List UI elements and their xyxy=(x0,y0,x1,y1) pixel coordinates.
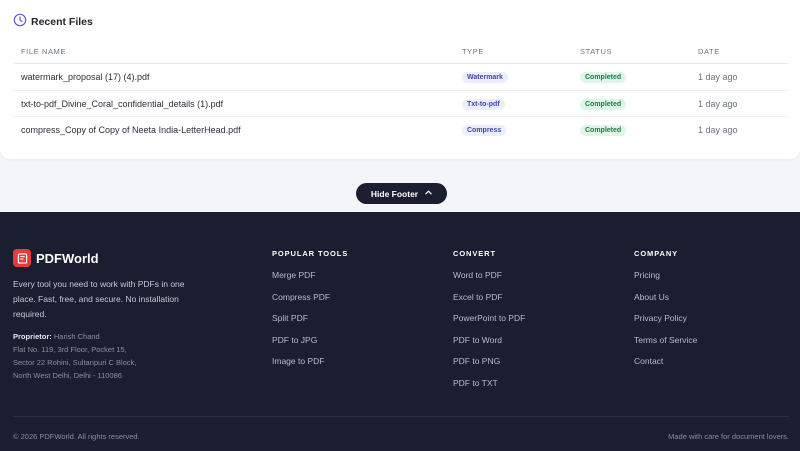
link-privacy-policy[interactable]: Privacy Policy xyxy=(634,313,697,335)
company-heading: COMPANY xyxy=(634,249,679,258)
proprietor-label: Proprietor: xyxy=(13,332,52,341)
link-pricing[interactable]: Pricing xyxy=(634,270,697,292)
popular-tools-column: POPULAR TOOLS Merge PDF Compress PDF Spl… xyxy=(272,249,348,378)
proprietor-name: Harish Chand xyxy=(53,332,100,341)
pdf-logo-icon xyxy=(13,249,31,267)
table-header: FILE NAME TYPE STATUS DATE xyxy=(13,40,789,64)
type-badge: Txt-to-pdf xyxy=(462,98,505,110)
table-row[interactable]: txt-to-pdf_Divine_Coral_confidential_det… xyxy=(13,91,789,118)
copyright: © 2026 PDFWorld. All rights reserved. xyxy=(13,432,140,441)
address-line: North West Delhi, Delhi - 110086 xyxy=(13,371,122,380)
link-contact[interactable]: Contact xyxy=(634,356,697,378)
hide-footer-label: Hide Footer xyxy=(370,188,419,199)
link-merge-pdf[interactable]: Merge PDF xyxy=(272,270,348,292)
convert-column: CONVERT Word to PDF Excel to PDF PowerPo… xyxy=(453,249,525,399)
column-status: STATUS xyxy=(580,47,613,56)
company-column: COMPANY Pricing About Us Privacy Policy … xyxy=(634,249,697,378)
type-badge: Compress xyxy=(462,125,507,137)
link-split-pdf[interactable]: Split PDF xyxy=(272,313,348,335)
column-file-name: FILE NAME xyxy=(21,47,66,56)
link-compress-pdf[interactable]: Compress PDF xyxy=(272,292,348,314)
link-pdf-to-jpg[interactable]: PDF to JPG xyxy=(272,335,348,357)
link-powerpoint-to-pdf[interactable]: PowerPoint to PDF xyxy=(453,313,525,335)
file-name[interactable]: compress_Copy of Copy of Neeta India-Let… xyxy=(21,125,241,135)
proprietor-info: Proprietor: Harish Chand Flat No. 119, 3… xyxy=(13,330,213,382)
status-badge: Completed xyxy=(580,98,627,110)
recent-files-header: Recent Files xyxy=(13,13,93,31)
file-date: 1 day ago xyxy=(698,125,738,136)
address-line: Flat No. 119, 3rd Floor, Pocket 15, xyxy=(13,345,127,354)
recent-files-title: Recent Files xyxy=(31,16,93,28)
file-date: 1 day ago xyxy=(698,98,738,109)
convert-heading: CONVERT xyxy=(453,249,496,258)
link-image-to-pdf[interactable]: Image to PDF xyxy=(272,356,348,378)
brand[interactable]: PDFWorld xyxy=(13,249,99,267)
footer-divider xyxy=(13,416,789,417)
chevron-up-icon xyxy=(425,190,432,197)
recent-files-table: FILE NAME TYPE STATUS DATE watermark_pro… xyxy=(13,40,789,144)
hide-footer-button[interactable]: Hide Footer xyxy=(356,183,447,204)
table-row[interactable]: compress_Copy of Copy of Neeta India-Let… xyxy=(13,117,789,144)
address-line: Sector 22 Rohini, Sultanpuri C Block, xyxy=(13,358,137,367)
column-type: TYPE xyxy=(462,47,484,56)
file-name[interactable]: watermark_proposal (17) (4).pdf xyxy=(21,72,150,82)
made-with-note: Made with care for document lovers. xyxy=(668,432,789,441)
status-badge: Completed xyxy=(580,72,627,83)
table-row[interactable]: watermark_proposal (17) (4).pdf Watermar… xyxy=(13,64,789,91)
clock-icon xyxy=(13,13,27,32)
file-name[interactable]: txt-to-pdf_Divine_Coral_confidential_det… xyxy=(21,99,223,109)
site-footer: PDFWorld Every tool you need to work wit… xyxy=(0,212,800,451)
column-date: DATE xyxy=(698,47,720,56)
recent-files-card: Recent Files FILE NAME TYPE STATUS DATE … xyxy=(0,0,800,159)
link-terms-of-service[interactable]: Terms of Service xyxy=(634,335,697,357)
link-about-us[interactable]: About Us xyxy=(634,292,697,314)
link-pdf-to-png[interactable]: PDF to PNG xyxy=(453,356,525,378)
file-date: 1 day ago xyxy=(698,72,738,82)
popular-tools-heading: POPULAR TOOLS xyxy=(272,249,349,258)
link-word-to-pdf[interactable]: Word to PDF xyxy=(453,270,525,292)
link-pdf-to-word[interactable]: PDF to Word xyxy=(453,335,525,357)
link-pdf-to-txt[interactable]: PDF to TXT xyxy=(453,378,525,400)
type-badge: Watermark xyxy=(462,72,508,83)
brand-name: PDFWorld xyxy=(36,250,99,266)
link-excel-to-pdf[interactable]: Excel to PDF xyxy=(453,292,525,314)
status-badge: Completed xyxy=(580,125,627,137)
footer-description: Every tool you need to work with PDFs in… xyxy=(13,279,185,319)
